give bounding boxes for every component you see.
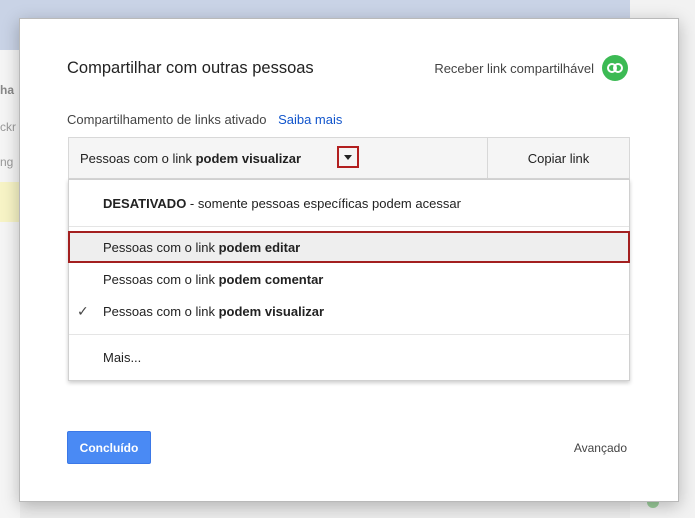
share-dialog: Compartilhar com outras pessoas Receber … <box>19 18 679 502</box>
link-access-level: podem visualizar <box>195 151 302 166</box>
link-access-selector[interactable]: Pessoas com o link podem visualizar Copi… <box>68 137 630 179</box>
caret-down-icon <box>344 154 352 160</box>
menu-separator <box>69 226 629 227</box>
get-shareable-link-label: Receber link compartilhável <box>434 61 594 76</box>
access-dropdown-button[interactable] <box>337 146 359 168</box>
background-cell: ckr <box>0 120 16 134</box>
link-sharing-status-text: Compartilhamento de links ativado <box>67 112 267 127</box>
link-sharing-status: Compartilhamento de links ativado Saiba … <box>67 112 342 127</box>
menu-item-more[interactable]: Mais... <box>69 342 629 372</box>
learn-more-link[interactable]: Saiba mais <box>278 112 342 127</box>
menu-item-comment[interactable]: Pessoas com o link podem comentar <box>69 266 629 294</box>
link-icon[interactable] <box>602 55 628 81</box>
get-shareable-link[interactable]: Receber link compartilhável <box>434 61 594 76</box>
menu-item-off[interactable]: DESATIVADO - somente pessoas específicas… <box>69 180 629 226</box>
background-cell: ng <box>0 155 14 169</box>
menu-item-view[interactable]: ✓ Pessoas com o link podem visualizar <box>69 296 629 326</box>
done-button[interactable]: Concluído <box>67 431 151 464</box>
background-highlight-row <box>0 182 20 222</box>
access-dropdown-menu: DESATIVADO - somente pessoas específicas… <box>68 179 630 381</box>
menu-separator <box>69 334 629 335</box>
background-cell: ha <box>0 83 15 97</box>
copy-link-button[interactable]: Copiar link <box>487 138 629 178</box>
dialog-title: Compartilhar com outras pessoas <box>67 59 314 77</box>
advanced-link[interactable]: Avançado <box>574 441 627 455</box>
menu-item-edit[interactable]: Pessoas com o link podem editar <box>68 231 630 263</box>
checkmark-icon: ✓ <box>77 303 89 319</box>
link-access-label: Pessoas com o link podem visualizar <box>80 151 302 166</box>
